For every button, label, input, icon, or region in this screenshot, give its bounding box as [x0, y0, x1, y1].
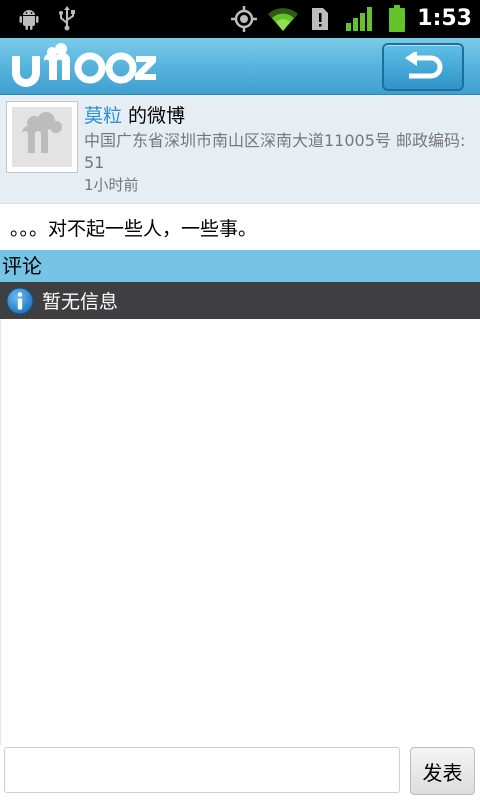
- wifi-icon: [265, 0, 301, 38]
- empty-message: 暂无信息: [42, 291, 119, 313]
- app-header: [0, 38, 480, 95]
- comments-list[interactable]: [0, 319, 480, 745]
- post-title: 莫粒 的微博: [84, 101, 185, 128]
- comments-section-title: 评论: [0, 250, 480, 282]
- send-button[interactable]: 发表: [410, 747, 475, 795]
- avatar[interactable]: [6, 101, 78, 173]
- comment-bar: 发表: [0, 745, 480, 800]
- empty-comments-banner: 暂无信息: [0, 282, 480, 319]
- sim-alert-icon: [307, 0, 333, 38]
- usb-icon: [54, 0, 80, 38]
- post-location: 中国广东省深圳市南山区深南大道11005号 邮政编码: 51: [84, 131, 466, 172]
- comment-input[interactable]: [4, 747, 400, 793]
- back-button[interactable]: [382, 43, 464, 91]
- status-bar: 1:53: [0, 0, 480, 38]
- gps-icon: [228, 0, 260, 38]
- post-content: 。。。对不起一些人，一些事。: [10, 218, 258, 240]
- post-timestamp: 1小时前: [84, 176, 139, 194]
- default-avatar-icon: [12, 107, 72, 167]
- info-icon: [6, 287, 34, 314]
- clock: 1:53: [417, 6, 472, 31]
- signal-icon: [343, 0, 377, 38]
- android-debug-icon: [14, 0, 44, 38]
- author-link[interactable]: 莫粒: [84, 105, 122, 127]
- battery-icon: [384, 0, 410, 38]
- post-header: 莫粒 的微博 中国广东省深圳市南山区深南大道11005号 邮政编码: 51 1小…: [0, 95, 480, 204]
- title-suffix: 的微博: [122, 105, 186, 127]
- umooz-logo: [10, 42, 160, 90]
- back-arrow-icon: [405, 52, 443, 79]
